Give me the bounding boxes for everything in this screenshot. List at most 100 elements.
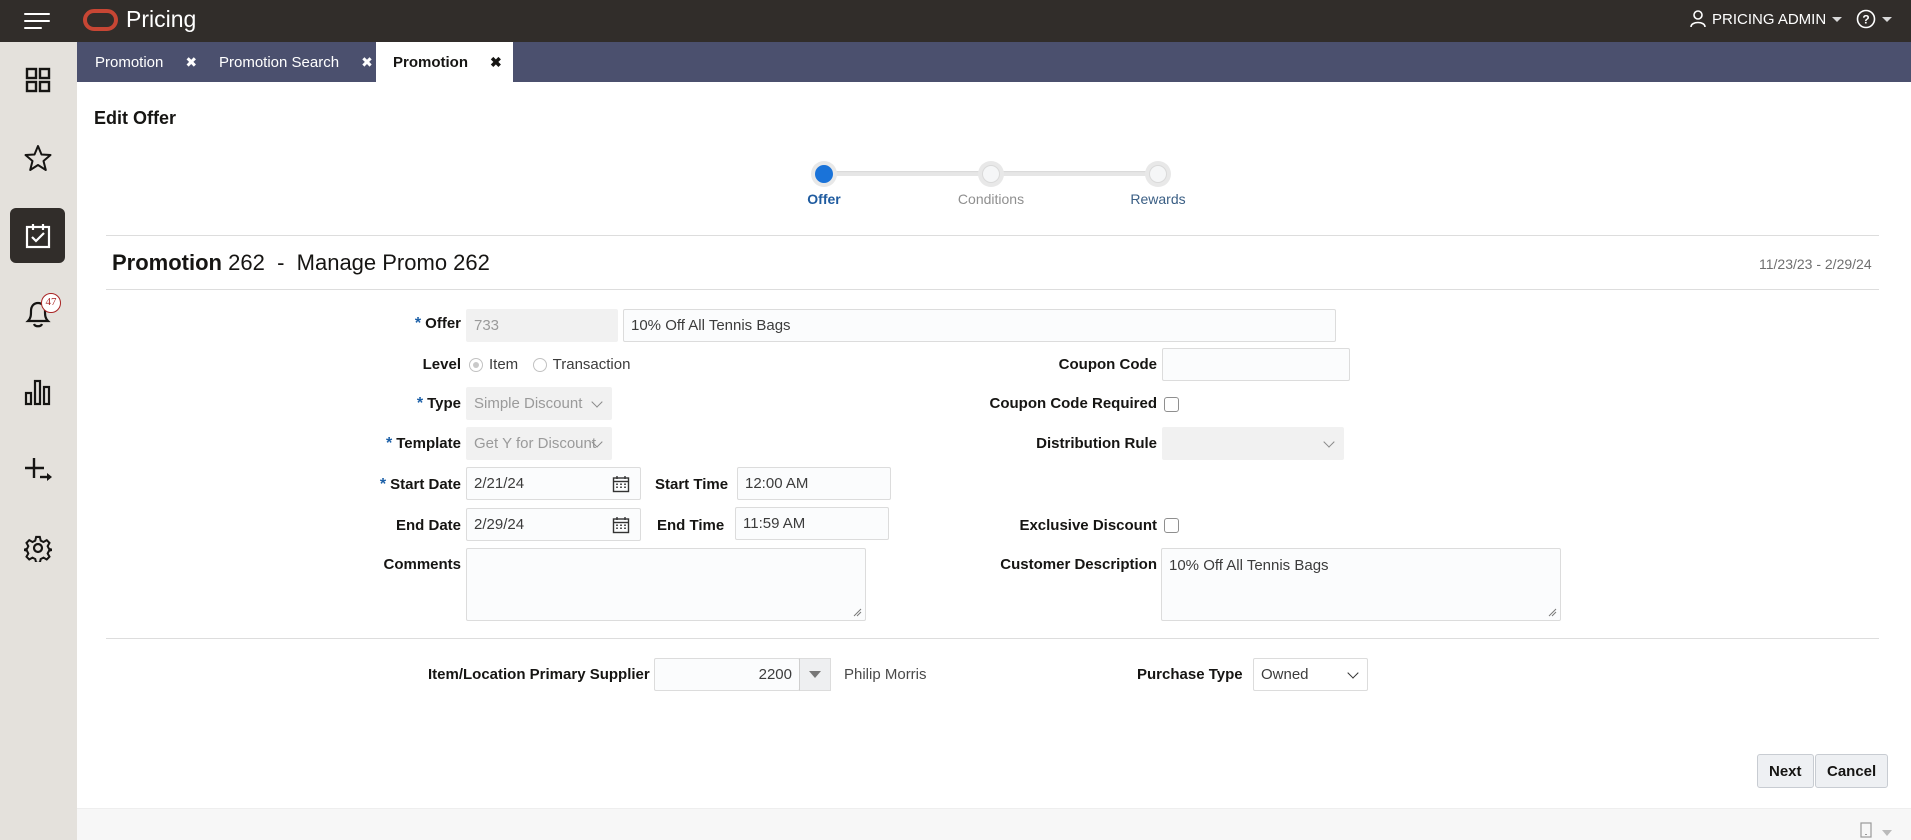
chevron-down-icon (1832, 16, 1843, 22)
type-label: * Type (416, 395, 461, 412)
chevron-down-icon (1323, 436, 1335, 448)
train-label-conditions[interactable]: Conditions (931, 191, 1051, 207)
exclusive-discount-label: Exclusive Discount (1019, 517, 1157, 534)
start-date-label: * Start Date (379, 476, 461, 493)
sidebar-item-tasks[interactable] (10, 208, 65, 263)
sidebar-item-create[interactable] (10, 442, 65, 497)
train-label-offer[interactable]: Offer (764, 191, 884, 207)
close-icon[interactable]: ✖ (490, 54, 502, 71)
level-radio-item[interactable] (469, 357, 483, 372)
coupon-code-required-label: Coupon Code Required (989, 395, 1158, 412)
help-icon: ? (1856, 9, 1876, 29)
notification-badge: 47 (41, 293, 61, 313)
plus-arrow-icon (24, 457, 52, 481)
resize-handle-icon[interactable] (1547, 607, 1557, 617)
calendar-check-icon (25, 223, 50, 248)
train-stop-offer[interactable] (811, 161, 837, 187)
distribution-rule-select[interactable] (1162, 427, 1344, 460)
calendar-icon[interactable] (612, 516, 630, 534)
sidebar-item-reports[interactable] (10, 364, 65, 419)
exclusive-discount-checkbox[interactable] (1164, 518, 1179, 533)
promotion-date-range: 11/23/23 - 2/29/24 (1759, 256, 1872, 272)
primary-supplier-input[interactable]: 2200 (654, 658, 800, 691)
divider (106, 235, 1879, 236)
type-select[interactable]: Simple Discount (466, 387, 612, 420)
svg-text:?: ? (1862, 13, 1869, 27)
tab-bar: Promotion ✖ Promotion Search ✖ Promotion… (77, 42, 1911, 82)
train-stop-conditions[interactable] (978, 161, 1004, 187)
train-stop-rewards[interactable] (1145, 161, 1171, 187)
template-select[interactable]: Get Y for Discount (466, 427, 612, 460)
start-time-input[interactable]: 12:00 AM (737, 467, 891, 500)
comments-label: Comments (383, 556, 461, 573)
coupon-code-input[interactable] (1162, 348, 1350, 381)
next-button[interactable]: Next (1757, 754, 1814, 788)
hamburger-menu-icon[interactable] (24, 12, 50, 30)
required-icon: * (416, 395, 424, 412)
cancel-button[interactable]: Cancel (1815, 754, 1889, 788)
tab-promotion-active[interactable]: Promotion ✖ (376, 42, 513, 82)
resize-handle-icon[interactable] (852, 607, 862, 617)
level-radio-group: Item Transaction (469, 356, 640, 374)
end-time-input[interactable]: 11:59 AM (735, 507, 889, 540)
offer-description-input[interactable]: 10% Off All Tennis Bags (623, 309, 1336, 342)
coupon-code-label: Coupon Code (1058, 356, 1157, 373)
sidebar-item-dashboard[interactable] (10, 52, 65, 107)
comments-textarea[interactable] (466, 548, 866, 621)
customer-description-textarea[interactable]: 10% Off All Tennis Bags (1161, 548, 1561, 621)
offer-label: * Offer (414, 315, 461, 332)
app-title: Pricing (126, 6, 197, 32)
tab-promotion-search[interactable]: Promotion Search ✖ (219, 42, 373, 82)
sidebar-item-settings[interactable] (10, 520, 65, 575)
footer-strip (77, 808, 1911, 840)
divider (106, 638, 1879, 639)
supplier-name: Philip Morris (844, 666, 927, 683)
offer-id-field[interactable]: 733 (466, 309, 618, 342)
footer-dropdown-icon[interactable] (1882, 830, 1892, 836)
oracle-logo-icon (83, 9, 118, 31)
calendar-icon[interactable] (612, 475, 630, 493)
help-menu[interactable]: ? (1856, 9, 1892, 29)
sidebar-item-favorites[interactable] (10, 130, 65, 185)
bar-chart-icon (24, 379, 50, 405)
tab-label: Promotion Search (219, 53, 340, 71)
user-menu[interactable]: PRICING ADMIN (1690, 10, 1843, 28)
promotion-title: Promotion 262 - Manage Promo 262 (112, 250, 490, 275)
close-icon[interactable]: ✖ (361, 54, 373, 71)
tab-label: Promotion (393, 53, 468, 71)
chevron-down-icon (1882, 16, 1892, 22)
star-icon (24, 144, 51, 171)
template-label: * Template (386, 435, 461, 452)
grid-icon (25, 67, 50, 92)
end-time-label: End Time (657, 517, 725, 534)
tab-promotion-1[interactable]: Promotion ✖ (95, 42, 197, 82)
customer-description-label: Customer Description (1000, 556, 1157, 573)
train-label-rewards[interactable]: Rewards (1098, 191, 1218, 207)
primary-supplier-label: Item/Location Primary Supplier (428, 666, 650, 683)
start-time-label: Start Time (655, 476, 729, 493)
level-radio-transaction[interactable] (532, 357, 547, 372)
user-name: PRICING ADMIN (1712, 10, 1827, 28)
device-icon[interactable] (1860, 822, 1872, 838)
triangle-down-icon (809, 671, 821, 678)
required-icon: * (386, 435, 393, 452)
gear-icon (23, 535, 52, 562)
required-icon: * (379, 476, 387, 493)
chevron-down-icon (591, 396, 603, 408)
distribution-rule-label: Distribution Rule (1036, 435, 1157, 452)
supplier-lov-button[interactable] (799, 658, 831, 691)
user-icon (1690, 10, 1706, 28)
purchase-type-select[interactable]: Owned (1253, 658, 1368, 691)
start-date-input[interactable]: 2/21/24 (466, 467, 641, 500)
sidebar: 47 (0, 42, 77, 840)
end-date-input[interactable]: 2/29/24 (466, 508, 641, 541)
close-icon[interactable]: ✖ (185, 54, 197, 71)
chevron-down-icon (1347, 667, 1359, 679)
tab-label: Promotion (95, 53, 164, 71)
coupon-code-required-checkbox[interactable] (1164, 397, 1179, 412)
page-heading: Edit Offer (94, 108, 177, 128)
divider (106, 289, 1879, 290)
required-icon: * (414, 315, 422, 332)
sidebar-item-notifications[interactable]: 47 (10, 286, 65, 341)
level-label: Level (422, 356, 461, 373)
